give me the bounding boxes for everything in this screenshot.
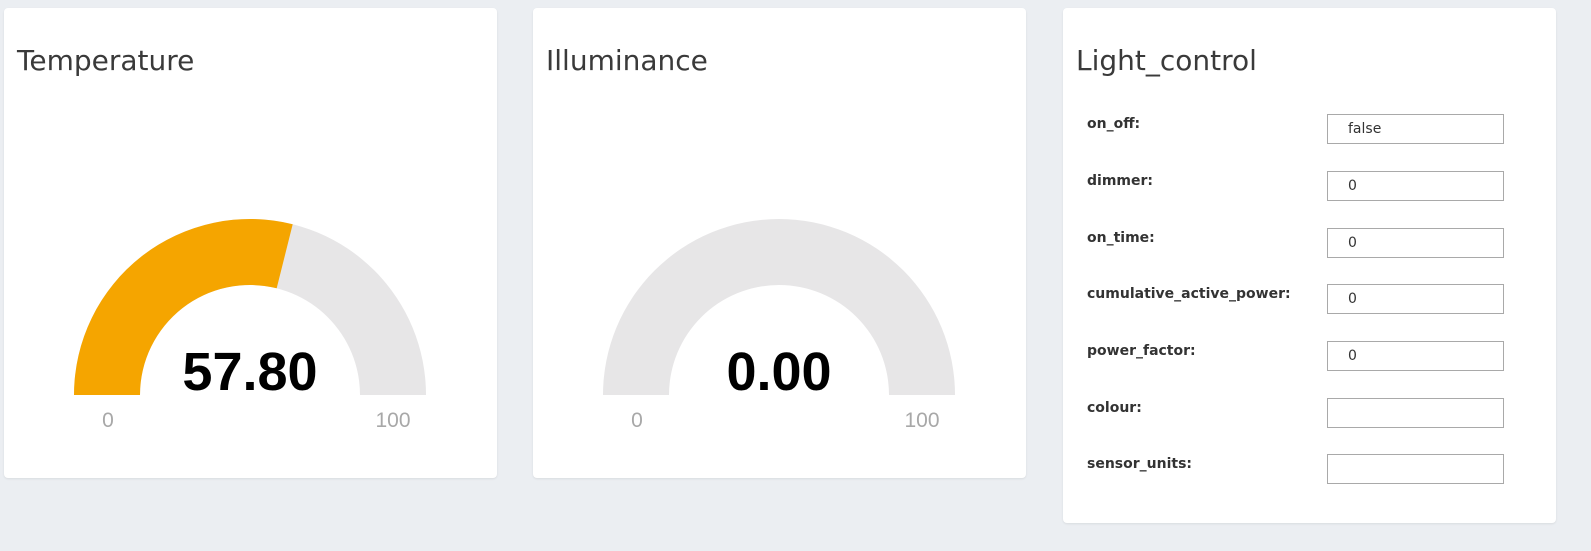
colour-label: colour: [1087, 400, 1142, 416]
light-control-title: Light_control [1076, 44, 1257, 77]
cumulative-active-power-label: cumulative_active_power: [1087, 286, 1291, 302]
field-row-cumulative-active-power: cumulative_active_power: 0 [1063, 284, 1556, 318]
dimmer-label: dimmer: [1087, 173, 1153, 189]
field-row-sensor-units: sensor_units: [1063, 454, 1556, 488]
illuminance-max-label: 100 [904, 409, 939, 432]
light-control-card: Light_control on_off: false dimmer: 0 on… [1063, 8, 1556, 523]
on-time-field[interactable]: 0 [1327, 228, 1504, 258]
illuminance-gauge: 0.00 0 100 [603, 219, 955, 432]
field-row-dimmer: dimmer: 0 [1063, 171, 1556, 205]
colour-field[interactable] [1327, 398, 1504, 428]
temperature-card: Temperature 57.80 0 100 [4, 8, 497, 478]
sensor-units-field[interactable] [1327, 454, 1504, 484]
power-factor-label: power_factor: [1087, 343, 1196, 359]
field-row-on-time: on_time: 0 [1063, 228, 1556, 262]
on-off-label: on_off: [1087, 116, 1141, 132]
on-time-label: on_time: [1087, 230, 1155, 246]
field-row-colour: colour: [1063, 398, 1556, 432]
sensor-units-label: sensor_units: [1087, 456, 1193, 472]
field-row-power-factor: power_factor: 0 [1063, 341, 1556, 375]
illuminance-card: Illuminance 0.00 0 100 [533, 8, 1026, 478]
illuminance-value: 0.00 [726, 342, 831, 402]
temperature-max-label: 100 [375, 409, 410, 432]
temperature-min-label: 0 [102, 409, 114, 432]
on-off-field[interactable]: false [1327, 114, 1504, 144]
power-factor-field[interactable]: 0 [1327, 341, 1504, 371]
cumulative-active-power-field[interactable]: 0 [1327, 284, 1504, 314]
dimmer-field[interactable]: 0 [1327, 171, 1504, 201]
field-row-on-off: on_off: false [1063, 114, 1556, 148]
temperature-gauge: 57.80 0 100 [74, 218, 426, 432]
illuminance-min-label: 0 [631, 409, 643, 432]
temperature-value: 57.80 [182, 342, 317, 402]
